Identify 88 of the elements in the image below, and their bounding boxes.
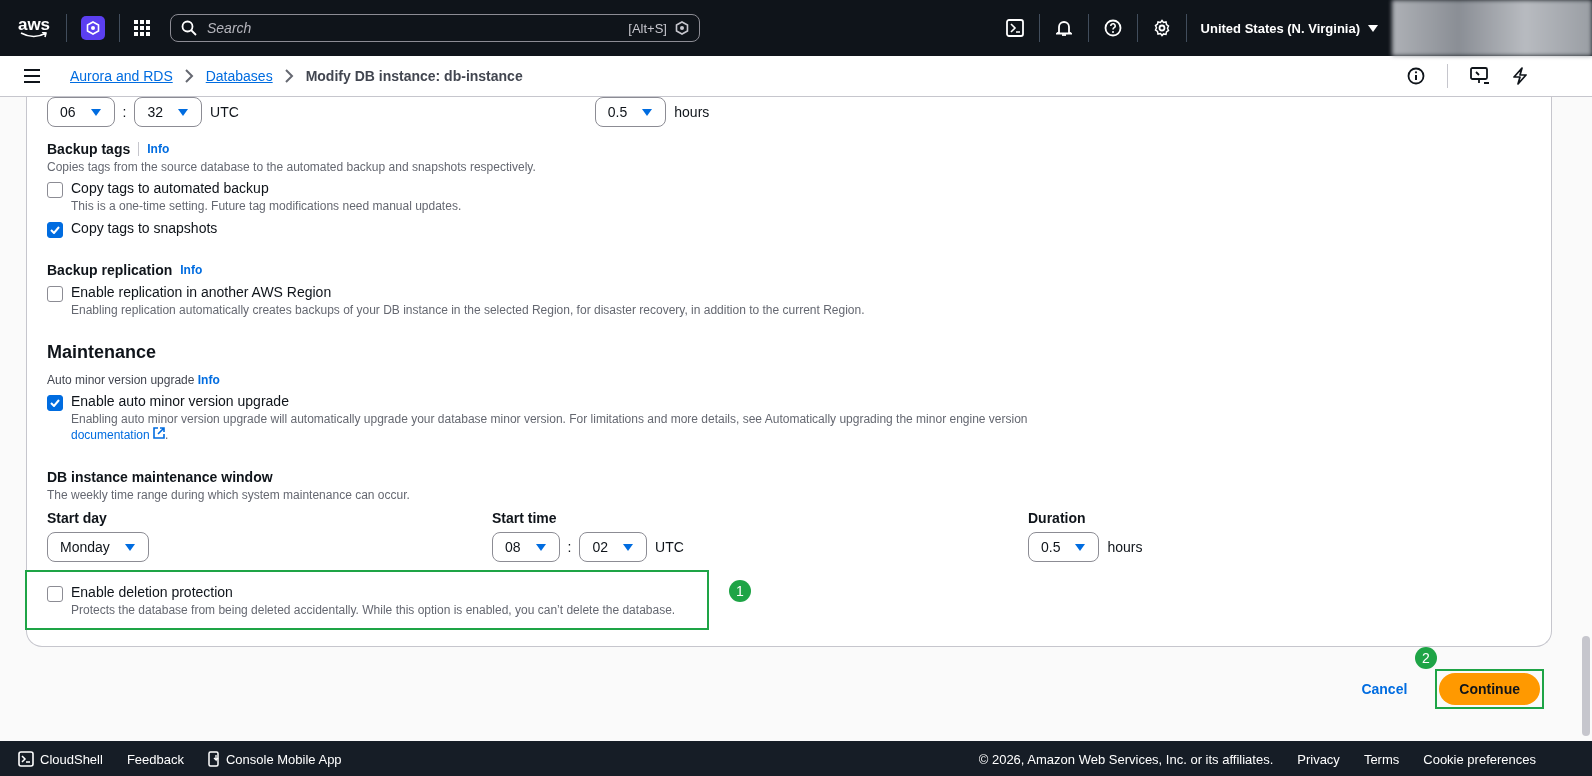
bell-icon[interactable] xyxy=(1055,19,1072,37)
checkbox-hint: This is a one-time setting. Future tag modifications need manual updates. xyxy=(71,198,462,214)
chevron-icon xyxy=(184,69,194,83)
cloudshell-button[interactable]: CloudShell xyxy=(18,751,103,767)
field-label: Auto minor version upgrade xyxy=(47,373,195,387)
time-separator: : xyxy=(567,539,572,555)
checkbox-hint: Protects the database from being deleted accidentally. While this option is enabled, you can’t delete the database. xyxy=(71,602,676,618)
grid-menu-icon[interactable] xyxy=(134,20,150,36)
checkbox[interactable] xyxy=(47,395,63,411)
select-dropdown[interactable]: 0.5 xyxy=(1028,532,1100,562)
section-heading: Maintenance xyxy=(47,342,158,363)
footer-link[interactable]: Terms xyxy=(1363,751,1400,767)
app-icon[interactable] xyxy=(81,16,105,40)
mobile-app-link[interactable]: Console Mobile App xyxy=(207,751,342,767)
select-dropdown[interactable]: 02 xyxy=(579,532,648,562)
checkbox-label: Enable deletion protection xyxy=(71,584,234,600)
footer-link[interactable]: Privacy xyxy=(1297,751,1340,767)
field-label: Duration xyxy=(1028,510,1087,526)
external-link-icon xyxy=(153,427,166,439)
search-input[interactable]: Search xyxy=(205,19,621,37)
select-dropdown[interactable]: 0.5 xyxy=(594,97,667,127)
section-description: Copies tags from the source database to the automated backup and snapshots respectively. xyxy=(47,160,537,174)
info-icon[interactable] xyxy=(1407,67,1425,85)
scrollbar[interactable] xyxy=(1582,636,1590,736)
time-separator: : xyxy=(122,104,127,120)
shortcut-hint: [Alt+S] xyxy=(628,20,667,36)
section-title: Backup replication xyxy=(47,262,173,278)
info-link[interactable]: Info xyxy=(197,373,220,387)
lightning-icon[interactable] xyxy=(1512,67,1528,85)
step-badge: 2 xyxy=(1415,647,1437,669)
region-selector[interactable]: United States (N. Virginia) xyxy=(1186,20,1392,36)
checkbox-label: Enable auto minor version upgrade xyxy=(71,393,290,409)
info-link[interactable]: Info xyxy=(147,142,170,156)
select-dropdown[interactable]: 32 xyxy=(134,97,203,127)
select-dropdown[interactable]: 08 xyxy=(492,532,560,562)
caret-icon xyxy=(1368,24,1378,32)
chevron-icon xyxy=(284,69,294,83)
caret-icon xyxy=(622,542,635,552)
breadcrumb[interactable]: Databases xyxy=(205,68,273,84)
continue-button[interactable]: Continue xyxy=(1439,673,1540,705)
select-dropdown[interactable]: Monday xyxy=(47,532,149,562)
caret-icon xyxy=(177,107,190,117)
section-title: DB instance maintenance window xyxy=(47,469,274,485)
checkbox-label: Copy tags to snapshots xyxy=(71,220,218,236)
footer-link[interactable]: Cookie preferences xyxy=(1423,751,1536,767)
caret-icon xyxy=(641,107,654,117)
checkbox[interactable] xyxy=(47,286,63,302)
unit-label: hours xyxy=(1107,539,1143,555)
check-icon xyxy=(50,226,60,234)
help-icon[interactable] xyxy=(1103,19,1122,37)
checkbox-hint: Enabling replication automatically creates backups of your DB instance in the selected Region, for disaster recovery, in addition to the current Region. xyxy=(71,302,865,318)
settings-icon[interactable] xyxy=(1152,19,1171,37)
breadcrumb[interactable]: Aurora and RDS xyxy=(70,68,173,84)
breadcrumb: Modify DB instance: db-instance xyxy=(305,68,523,84)
screen-icon[interactable] xyxy=(1470,67,1490,85)
cancel-button[interactable]: Cancel xyxy=(1355,680,1414,698)
feedback-link[interactable]: Feedback xyxy=(126,751,184,767)
timezone-label: UTC xyxy=(655,539,684,555)
field-label: Start day xyxy=(47,510,108,526)
info-link[interactable]: Info xyxy=(180,263,203,277)
menu-icon[interactable] xyxy=(24,69,40,83)
caret-icon xyxy=(534,542,547,552)
caret-icon xyxy=(89,107,102,117)
checkbox[interactable] xyxy=(47,586,63,602)
search-field[interactable]: Search [Alt+S] xyxy=(170,14,700,42)
terminal-icon xyxy=(18,751,34,767)
select-dropdown[interactable]: 06 xyxy=(47,97,115,127)
search-icon xyxy=(181,20,197,36)
checkbox[interactable] xyxy=(47,222,63,238)
section-title: Backup tags xyxy=(47,141,131,157)
copyright-text: © 2026, Amazon Web Services, Inc. or its affiliates. xyxy=(978,751,1274,767)
checkbox-hint: Enabling auto minor version upgrade will automatically upgrade your database minor version. For limitations and more details, see Automatically upgrading the minor engine version documentation . xyxy=(71,411,1029,443)
check-icon xyxy=(50,399,60,407)
checkbox[interactable] xyxy=(47,182,63,198)
step-badge: 1 xyxy=(729,580,751,602)
phone-icon xyxy=(207,751,220,767)
hexagon-icon xyxy=(675,21,689,35)
section-description: The weekly time range during which system maintenance can occur. xyxy=(47,488,411,502)
terminal-icon[interactable] xyxy=(1005,19,1024,37)
field-label: Start time xyxy=(492,510,558,526)
caret-icon xyxy=(1074,542,1087,552)
unit-label: hours xyxy=(674,104,710,120)
checkbox-label: Copy tags to automated backup xyxy=(71,180,270,196)
timezone-label: UTC xyxy=(210,104,239,120)
documentation-link[interactable]: documentation xyxy=(71,428,166,442)
checkbox-label: Enable replication in another AWS Region xyxy=(71,284,333,300)
caret-icon xyxy=(123,542,136,552)
aws-logo[interactable]: aws xyxy=(16,17,52,39)
